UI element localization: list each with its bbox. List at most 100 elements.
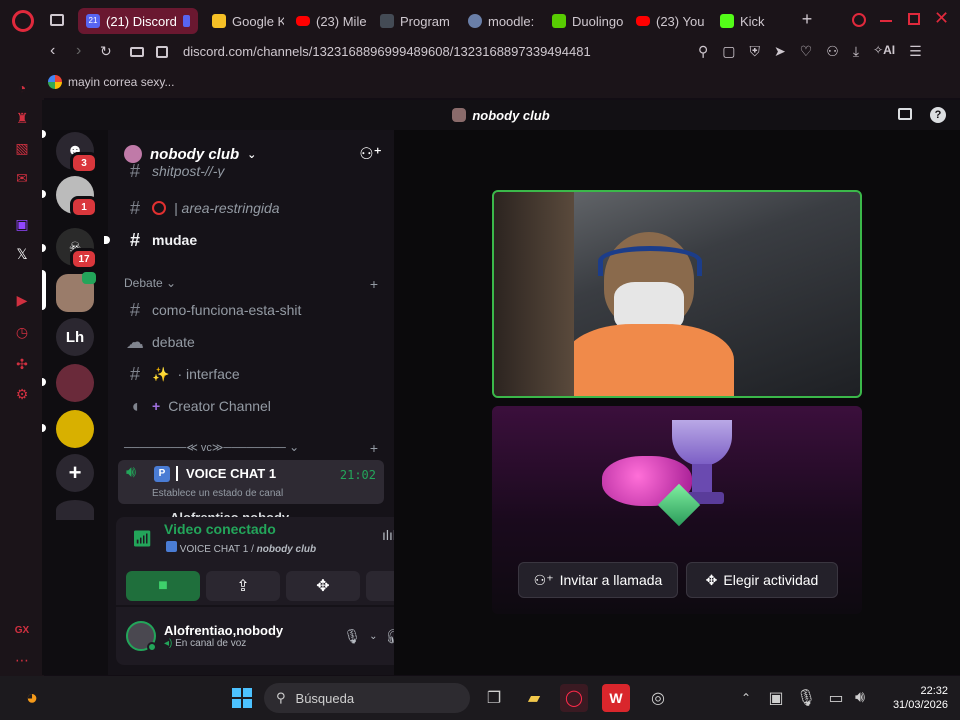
file-explorer-icon[interactable]: ▰ [520,684,548,712]
maximize-icon[interactable] [908,13,920,25]
channel-item[interactable]: ◖ + Creator Channel [118,392,384,420]
tab-google-keep[interactable]: Google K [204,8,284,34]
twitch-icon[interactable]: ▣ [12,214,32,234]
new-tab-icon[interactable]: + [798,10,816,28]
discover-button[interactable] [56,500,94,520]
add-channel-icon[interactable]: + [370,276,378,292]
opera-logo-icon[interactable] [12,10,34,32]
steam-like-icon[interactable]: ◎ [644,684,672,712]
microphone-icon[interactable]: 🎙︎ [343,628,361,645]
invite-people-icon[interactable]: ⚇⁺ [359,144,382,164]
server-button[interactable] [56,272,96,312]
tray-app-icon[interactable]: ▣ [762,684,790,712]
tab-kick[interactable]: Kick [712,8,782,34]
menu-icon[interactable]: ☰ [909,43,922,60]
camera-permission-icon[interactable] [130,47,144,57]
inbox-icon[interactable] [898,108,912,120]
channel-item-mudae[interactable]: # mudae [118,226,384,254]
extensions-icon[interactable]: ✣ [12,354,32,374]
tab-youtube-2[interactable]: (23) You [628,8,708,34]
profile-icon[interactable]: ⚇ [826,43,839,60]
aria-icon[interactable]: ♜ [12,108,32,128]
wps-office-icon[interactable]: W [602,684,630,712]
server-button[interactable]: 1 [56,176,98,218]
search-tabs-icon[interactable] [852,13,866,27]
speed-dial-icon[interactable]: ◔ [12,78,32,98]
voice-channel-selected[interactable]: 🔊︎ P VOICE CHAT 1 21:02 Establece un est… [118,460,384,504]
settings-icon[interactable]: ⚙ [12,384,32,404]
channel-item[interactable]: # shitpost-//-y [118,164,384,178]
volume-icon[interactable]: 🔊︎ [846,684,874,712]
category-debate[interactable]: Debate ⌄ + [124,276,378,292]
download-icon[interactable]: ⤓ [853,43,859,60]
close-window-icon[interactable]: ✕ [934,8,949,29]
user-avatar[interactable] [126,621,157,652]
microphone-tray-icon[interactable]: 🎙︎ [792,684,820,712]
reload-icon[interactable]: ↻ [100,43,112,60]
task-view-icon[interactable]: ❐ [480,684,508,712]
invite-to-call-button[interactable]: ⚇⁺ Invitar a llamada [518,562,678,598]
direct-messages-button[interactable]: ☻ 3 [56,132,98,174]
google-icon [48,75,62,89]
start-button[interactable] [228,684,256,712]
add-server-button[interactable]: + [56,454,94,492]
moodle-favicon-icon [468,14,482,28]
player-icon[interactable]: ▶ [12,290,32,310]
activities-button[interactable]: ✥ [286,571,360,601]
camera-video-tile[interactable] [492,190,862,398]
add-channel-icon[interactable]: + [370,440,378,456]
bookmark-item[interactable]: mayin correa sexy... [48,75,174,89]
snapshot-icon[interactable]: ▢ [722,43,735,60]
opera-gx-taskbar-icon[interactable]: ◯ [560,684,588,712]
choose-activity-button[interactable]: ✥ Elegir actividad [686,562,838,598]
user-info[interactable]: Alofrentiao,nobody ◂) En canal de voz [164,623,335,649]
forward-icon[interactable]: › [76,42,81,60]
channel-name: como-funciona-esta-shit [152,302,302,318]
weather-widget-icon[interactable]: ◕ [18,684,46,712]
server-button[interactable] [56,410,94,448]
gx-icon[interactable]: GX [12,620,32,640]
channel-item[interactable]: # como-funciona-esta-shit [118,296,384,324]
help-icon[interactable]: ? [930,107,946,123]
heart-icon[interactable]: ♡ [800,43,813,60]
x-icon[interactable]: 𝕏 [12,244,32,264]
more-icon[interactable]: ⋯ [12,650,32,670]
tab-youtube-1[interactable]: (23) Mile [288,8,368,34]
tab-duolingo[interactable]: Duolingo [544,8,624,34]
channel-item[interactable]: # ✨ · interface [118,360,384,388]
history-icon[interactable]: ◷ [12,322,32,342]
clock[interactable]: 22:32 31/03/2026 [878,684,948,712]
activity-label: Elegir actividad [723,572,819,588]
mail-icon[interactable]: ✉ [12,168,32,188]
minimize-icon[interactable] [880,20,892,22]
back-icon[interactable]: ‹ [50,42,55,60]
category-label: Debate [124,276,163,290]
messenger-icon[interactable]: ▧ [12,138,32,158]
channel-item[interactable]: # | area-restringida [118,194,384,222]
webcam-person-image [564,232,734,396]
tab-islands-icon[interactable] [50,14,64,26]
pin-icon[interactable]: ⚲ [698,43,708,60]
send-icon[interactable]: ➤ [774,43,786,60]
server-button[interactable] [56,364,94,402]
taskbar-search[interactable]: ⚲ Búsqueda [264,683,470,713]
camera-button[interactable]: ■ [126,571,200,601]
shield-icon[interactable]: ⛨ [750,43,761,60]
category-vc[interactable]: ────────≪ vc≫──────── ⌄ + [124,440,378,456]
program-favicon-icon [380,14,394,28]
server-button-lh[interactable]: Lh [56,318,94,356]
tab-program[interactable]: Program [372,8,456,34]
set-status-hint[interactable]: Establece un estado de canal [152,488,283,499]
tab-moodle[interactable]: moodle: [460,8,540,34]
show-hidden-icons[interactable]: ⌃ [732,684,760,712]
channel-item[interactable]: ☁ debate [118,328,384,356]
chevron-down-icon[interactable]: ⌄ [369,631,377,642]
signal-icon[interactable]: 📶︎ [132,529,152,549]
url-field[interactable]: discord.com/channels/1323168896999489608… [183,44,591,59]
site-info-icon[interactable] [156,46,168,58]
server-button[interactable]: ☠ 17 [56,228,98,270]
ai-button[interactable]: ✧AI [873,43,895,60]
screen-share-button[interactable]: ⇪ [206,571,280,601]
tab-discord[interactable]: 21 (21) Discord [78,8,198,34]
add-person-icon: ⚇⁺ [533,571,554,588]
